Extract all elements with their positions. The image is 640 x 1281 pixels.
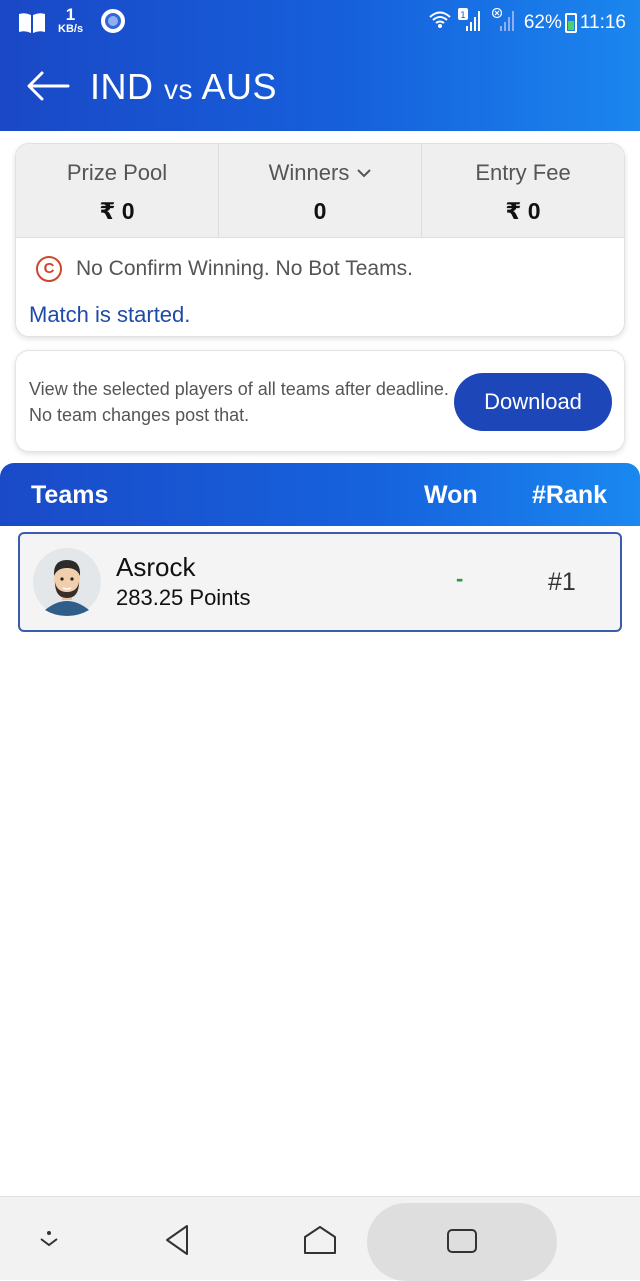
team-won: - [456, 566, 464, 591]
system-nav-bar [0, 1196, 640, 1281]
page-title: IND vs AUS [90, 66, 277, 108]
network-speed-unit: KB/s [58, 23, 84, 35]
entry-fee-stat: Entry Fee ₹ 0 [422, 144, 624, 237]
download-info-line2: No team changes post that. [29, 405, 250, 425]
sim1-signal-icon: 1 [457, 8, 486, 37]
team-row[interactable]: Asrock 283.25 Points - #1 [18, 532, 622, 632]
confirm-c-icon: C [36, 256, 62, 282]
entry-fee-label: Entry Fee [475, 160, 571, 185]
contest-card: Prize Pool ₹ 0 Winners 0 Entry Fee ₹ 0 C… [15, 143, 625, 337]
winners-value: 0 [313, 198, 327, 224]
team-points: 283.25 Points [116, 585, 251, 610]
recents-icon[interactable] [446, 1227, 478, 1260]
match-status: Match is started. [29, 302, 191, 327]
download-info: View the selected players of all teams a… [29, 376, 449, 428]
book-icon [18, 12, 46, 34]
confirm-notice: C No Confirm Winning. No Bot Teams. [36, 256, 413, 282]
won-column-header: Won [424, 481, 478, 509]
prize-pool-label: Prize Pool [66, 160, 168, 185]
nav-dot-down-icon[interactable] [36, 1229, 62, 1254]
wifi-icon [428, 9, 452, 36]
avatar [33, 548, 101, 616]
teams-table-header: Teams Won #Rank [0, 463, 640, 526]
prize-pool-stat: Prize Pool ₹ 0 [16, 144, 219, 237]
download-button[interactable]: Download [454, 373, 612, 431]
team-name: Asrock [116, 552, 196, 582]
title-team2: AUS [201, 66, 278, 107]
back-icon[interactable] [163, 1223, 193, 1262]
circle-dot-icon [101, 8, 126, 33]
entry-fee-value: ₹ 0 [505, 198, 541, 224]
network-speed-value: 1 [65, 5, 76, 24]
sim2-signal-icon [491, 7, 518, 37]
svg-text:1: 1 [460, 11, 466, 21]
network-speed: 1 KB/s [58, 6, 83, 35]
title-team1: IND [90, 66, 154, 107]
clock: 11:16 [579, 11, 626, 33]
battery-icon [564, 12, 577, 33]
download-card: View the selected players of all teams a… [15, 350, 625, 452]
winners-label: Winners [268, 160, 350, 185]
notice-text: No Confirm Winning. No Bot Teams. [76, 257, 413, 280]
chevron-down-icon [357, 169, 372, 178]
battery-percent: 62% [523, 11, 562, 33]
app-bar: IND vs AUS [0, 42, 640, 131]
team-rank: #1 [548, 568, 576, 596]
title-vs: vs [164, 74, 194, 105]
winners-stat[interactable]: Winners 0 [219, 144, 422, 237]
status-bar: 1 KB/s 1 62% 11:16 [0, 0, 640, 42]
rank-column-header: #Rank [532, 481, 608, 509]
download-info-line1: View the selected players of all teams a… [29, 379, 449, 399]
prize-pool-value: ₹ 0 [99, 198, 135, 224]
contest-stats: Prize Pool ₹ 0 Winners 0 Entry Fee ₹ 0 [16, 144, 624, 238]
teams-column-header: Teams [31, 481, 109, 509]
home-icon[interactable] [302, 1223, 338, 1262]
arrow-left-icon[interactable] [26, 68, 70, 104]
winners-dropdown[interactable]: Winners [269, 160, 372, 186]
